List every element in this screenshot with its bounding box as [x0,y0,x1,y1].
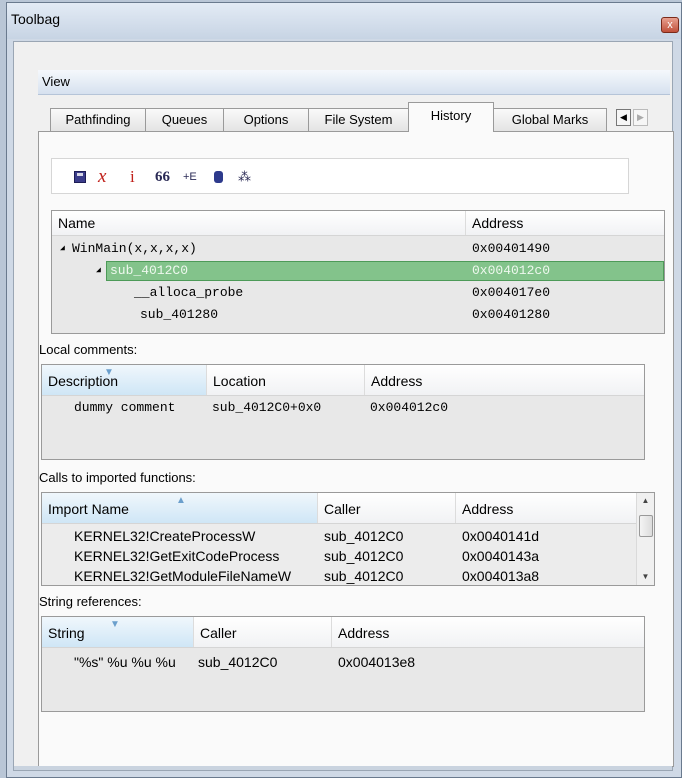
column-import-name-label: Import Name [48,501,129,517]
window-title: Toolbag [11,11,61,27]
table-row[interactable]: "%s" %u %u %u sub_4012C0 0x004013e8 [42,651,644,673]
history-tree: Name Address ◢ WinMain(x,x,x,x) 0x004014… [51,210,665,334]
comment-description: dummy comment [74,400,176,415]
close-button[interactable]: x [661,17,679,33]
local-comments-table: ▼ Description Location Address dummy com… [41,364,645,460]
tree-row-name: WinMain(x,x,x,x) [72,241,197,256]
tab-history[interactable]: History [408,102,494,132]
history-toolbar: x i 66 +E ⁂ [51,158,629,194]
tree-row-address: 0x00401280 [472,307,551,322]
string-address: 0x004013e8 [338,654,416,670]
tree-row-address: 0x00401490 [472,241,551,256]
local-comments-label: Local comments: [39,342,138,357]
import-name: KERNEL32!CreateProcessW [74,528,256,544]
column-string[interactable]: ▼ String [42,617,194,647]
scroll-up-icon[interactable]: ▲ [637,493,654,509]
import-address: 0x0040141d [462,528,540,544]
window-bottom-edge [14,766,672,770]
column-name[interactable]: Name [52,211,466,235]
column-address[interactable]: Address [456,493,638,523]
string-refs-header: ▼ String Caller Address [42,617,644,648]
import-name: KERNEL32!GetExitCodeProcess [74,548,280,564]
imported-calls-scrollbar[interactable]: ▲ ▼ [636,493,654,585]
comment-location: sub_4012C0+0x0 [212,400,322,415]
imported-calls-table: ▲ Import Name Caller Address KERNEL32!Cr… [41,492,655,586]
local-comments-header: ▼ Description Location Address [42,365,644,396]
client-area: View Pathfinding Queues Options File Sys… [13,41,674,771]
string-refs-table: ▼ String Caller Address "%s" %u %u %u su… [41,616,645,712]
tab-strip: Pathfinding Queues Options File System H… [38,102,674,132]
tab-options[interactable]: Options [223,108,309,131]
string-caller: sub_4012C0 [198,654,278,670]
imported-calls-label: Calls to imported functions: [39,470,196,485]
database-icon[interactable] [214,171,223,183]
tree-row-selected[interactable]: ◢ sub_4012C0 0x004012c0 [52,260,664,282]
tab-pathfinding[interactable]: Pathfinding [50,108,146,131]
expand-icon[interactable]: ◢ [96,260,101,282]
tree-row-name: sub_401280 [140,307,219,322]
column-address[interactable]: Address [332,617,644,647]
scroll-down-icon[interactable]: ▼ [637,569,654,585]
comment-address: 0x004012c0 [370,400,449,415]
import-caller: sub_4012C0 [324,568,404,584]
expand-icon[interactable]: ◢ [60,238,65,260]
tree-row-name: sub_4012C0 [110,263,189,278]
string-refs-label: String references: [39,594,142,609]
scroll-thumb[interactable] [639,515,653,537]
sort-indicator-icon: ▲ [176,495,186,506]
chevron-left-icon: ◀ [620,112,627,122]
title-bar[interactable]: Toolbag x [7,3,681,39]
chevron-right-icon: ▶ [637,112,644,122]
tree-row[interactable]: sub_401280 0x00401280 [52,304,664,326]
view-menu-bar[interactable]: View [38,70,670,95]
import-name: KERNEL32!GetModuleFileNameW [74,568,292,584]
import-address: 0x004013a8 [462,568,540,584]
history-tree-header: Name Address [52,211,664,236]
import-caller: sub_4012C0 [324,528,404,544]
tree-row-name: __alloca_probe [134,285,244,300]
view-menu[interactable]: View [42,74,70,89]
string-value: "%s" %u %u %u [74,654,176,670]
add-edge-icon[interactable]: +E [183,167,197,187]
import-address: 0x0040143a [462,548,540,564]
close-icon: x [667,19,673,31]
quote-icon[interactable]: 66 [155,167,170,187]
imported-calls-header: ▲ Import Name Caller Address [42,493,638,524]
toolbag-window: Toolbag x View Pathfinding Queues Option… [6,2,682,778]
info-icon[interactable]: i [130,167,135,187]
sort-indicator-icon: ▼ [110,619,120,630]
table-row[interactable]: KERNEL32!GetExitCodeProcess sub_4012C0 0… [42,545,654,567]
column-description[interactable]: ▼ Description [42,365,207,395]
tab-global-marks[interactable]: Global Marks [493,108,607,131]
selection-highlight [106,261,664,281]
tab-queues[interactable]: Queues [145,108,224,131]
tab-scroll-left-button[interactable]: ◀ [616,109,631,126]
column-string-label: String [48,625,85,641]
delete-icon[interactable]: x [98,167,106,187]
tab-file-system[interactable]: File System [308,108,409,131]
column-address[interactable]: Address [365,365,644,395]
table-row[interactable]: KERNEL32!GetModuleFileNameW sub_4012C0 0… [42,565,654,585]
column-address[interactable]: Address [466,211,664,235]
history-panel: x i 66 +E ⁂ Name Address ◢ WinMain(x,x,x… [38,131,674,767]
tree-row[interactable]: ◢ WinMain(x,x,x,x) 0x00401490 [52,238,664,260]
tab-scroll-right-button[interactable]: ▶ [633,109,648,126]
graph-icon[interactable]: ⁂ [238,167,251,187]
tree-row[interactable]: __alloca_probe 0x004017e0 [52,282,664,304]
column-caller[interactable]: Caller [194,617,332,647]
table-row[interactable]: dummy comment sub_4012C0+0x0 0x004012c0 [42,397,644,419]
tree-row-address: 0x004017e0 [472,285,551,300]
column-location[interactable]: Location [207,365,365,395]
import-caller: sub_4012C0 [324,548,404,564]
column-import-name[interactable]: ▲ Import Name [42,493,318,523]
table-row[interactable]: KERNEL32!CreateProcessW sub_4012C0 0x004… [42,525,654,547]
sort-indicator-icon: ▼ [104,367,114,378]
save-icon[interactable] [74,171,86,183]
tree-row-address: 0x004012c0 [472,263,551,278]
column-caller[interactable]: Caller [318,493,456,523]
